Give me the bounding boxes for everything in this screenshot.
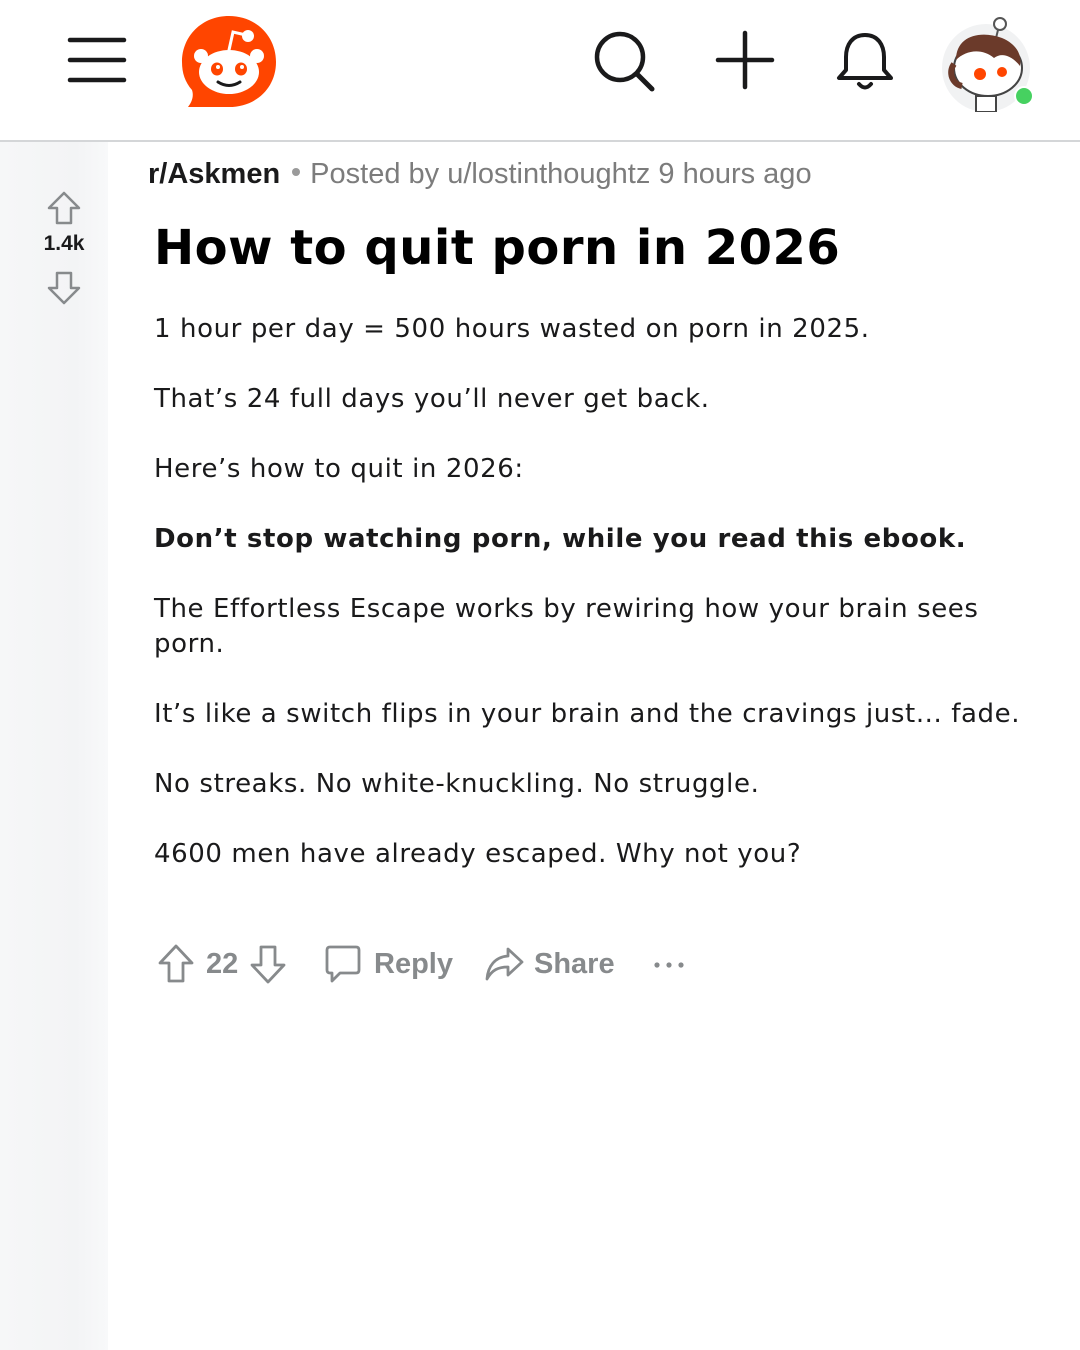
online-status-dot — [1014, 86, 1034, 106]
upvote-icon[interactable] — [44, 190, 84, 226]
post-meta: r/Askmen Posted by u/lostinthoughtz 9 hou… — [148, 158, 812, 191]
body-paragraph: The Effortless Escape works by rewiring … — [154, 594, 979, 659]
reddit-logo[interactable] — [178, 12, 280, 110]
bell-icon[interactable] — [834, 30, 896, 94]
body-paragraph: It’s like a switch flips in your brain a… — [154, 699, 1021, 729]
search-icon[interactable] — [592, 29, 656, 93]
separator-dot — [292, 168, 301, 177]
downvote-icon[interactable] — [250, 944, 286, 984]
share-icon[interactable] — [484, 946, 524, 982]
upvote-icon[interactable] — [158, 944, 194, 984]
post-title[interactable]: How to quit porn in 2026 — [154, 220, 840, 276]
reply-button[interactable]: Reply — [374, 948, 453, 981]
post-action-bar: 22 Reply Share — [154, 940, 754, 990]
body-paragraph: No streaks. No white-knuckling. No strug… — [154, 769, 760, 799]
downvote-icon[interactable] — [44, 270, 84, 306]
top-app-bar — [0, 0, 1080, 142]
more-options-icon[interactable] — [650, 950, 688, 980]
vote-score: 1.4k — [43, 232, 85, 255]
post-body: 1 hour per day = 500 hours wasted on por… — [154, 312, 1024, 907]
menu-icon[interactable] — [66, 34, 128, 86]
body-paragraph: 4600 men have already escaped. Why not y… — [154, 839, 802, 869]
vote-rail: 1.4k — [0, 142, 108, 1350]
plus-icon[interactable] — [715, 30, 775, 90]
posted-by[interactable]: Posted by u/lostinthoughtz 9 hours ago — [310, 158, 811, 190]
share-button[interactable]: Share — [534, 948, 615, 981]
body-paragraph: 1 hour per day = 500 hours wasted on por… — [154, 314, 870, 344]
comment-icon[interactable] — [324, 944, 362, 984]
body-paragraph: Here’s how to quit in 2026: — [154, 454, 524, 484]
subreddit-link[interactable]: r/Askmen — [148, 158, 280, 190]
body-paragraph-bold: Don’t stop watching porn, while you read… — [154, 524, 967, 554]
body-paragraph: That’s 24 full days you’ll never get bac… — [154, 384, 710, 414]
vote-count: 22 — [206, 948, 239, 980]
